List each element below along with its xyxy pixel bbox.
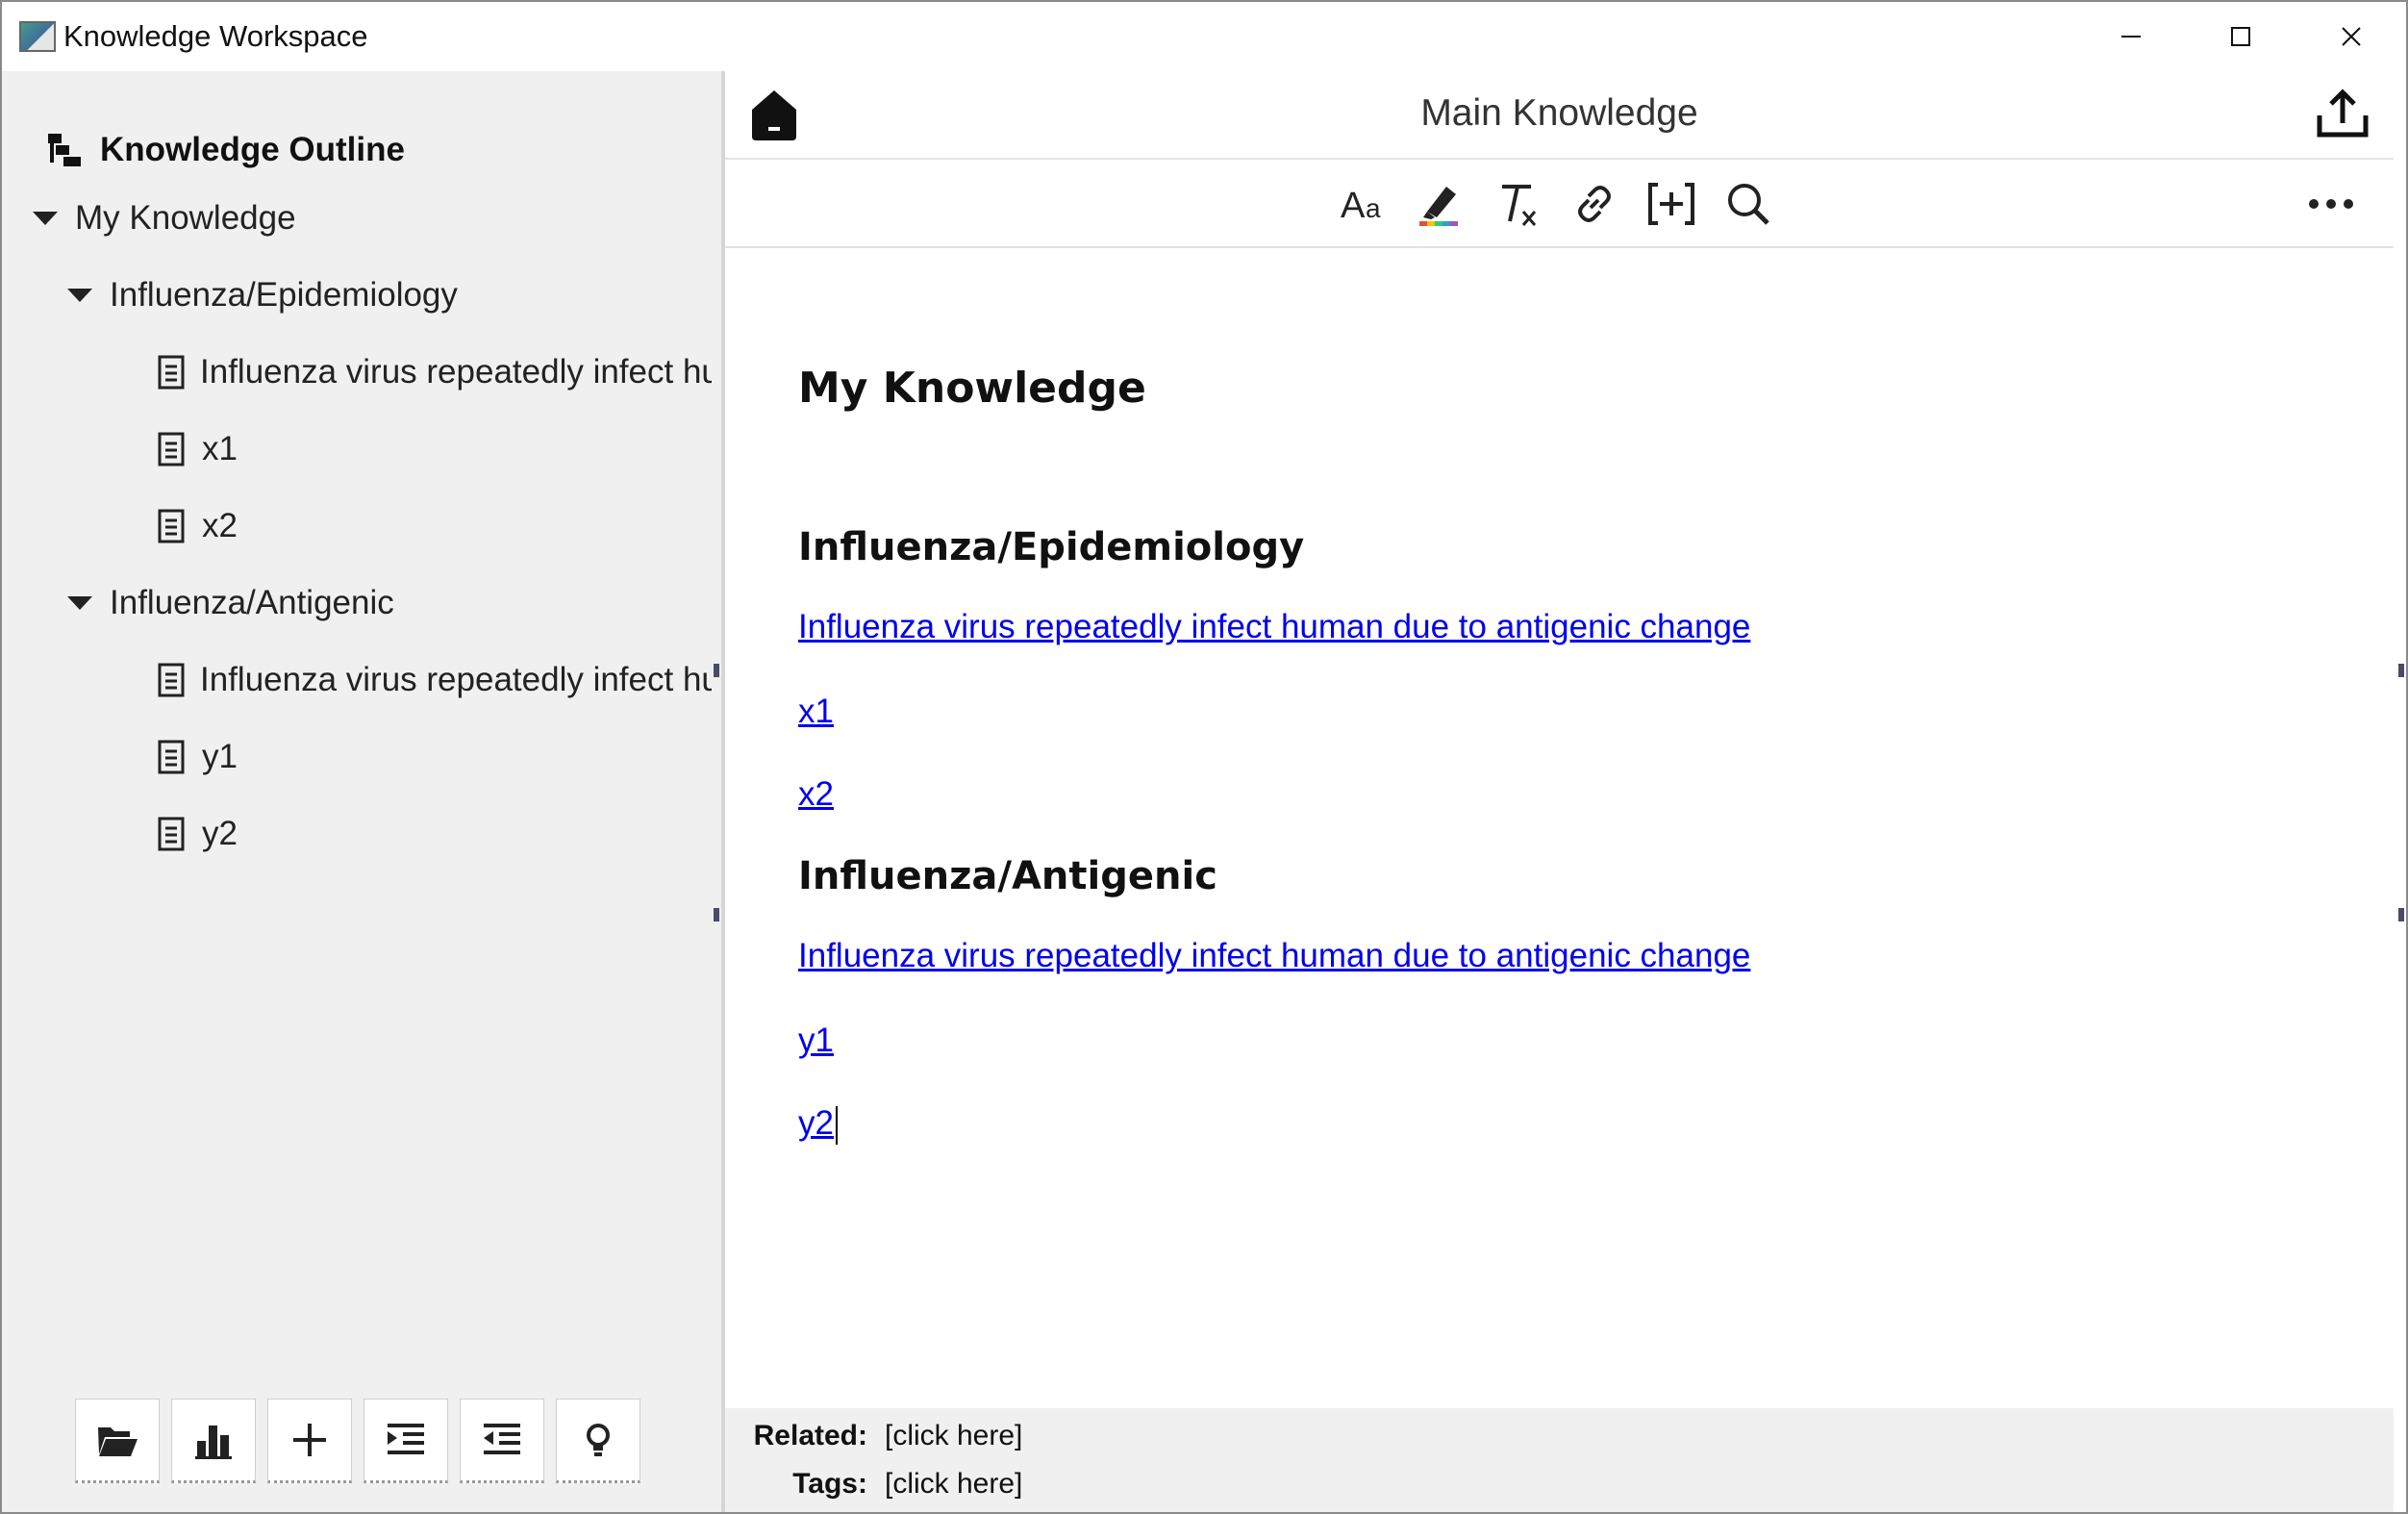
- more-options-button[interactable]: [2302, 175, 2360, 233]
- plus-icon: [293, 1424, 326, 1456]
- related-value[interactable]: [click here]: [885, 1420, 1022, 1452]
- clear-format-button[interactable]: [1489, 175, 1546, 233]
- format-toolbar: A a: [725, 162, 2394, 248]
- title-bar: Knowledge Workspace: [2, 2, 2406, 71]
- content-link-with-cursor[interactable]: y2: [798, 1104, 838, 1145]
- link-button[interactable]: [1566, 175, 1623, 233]
- insert-button[interactable]: [1643, 175, 1700, 233]
- content-link[interactable]: Influenza virus repeatedly infect human …: [798, 608, 1750, 646]
- lightbulb-icon: [587, 1424, 610, 1456]
- minimize-icon: [2120, 36, 2141, 38]
- tree-item-doc[interactable]: x2: [158, 488, 238, 565]
- outline-icon: [48, 134, 81, 166]
- editor-header: Main Knowledge: [725, 71, 2394, 160]
- content-link[interactable]: y2: [798, 1104, 834, 1142]
- add-button[interactable]: [267, 1399, 352, 1483]
- outdent-icon: [484, 1424, 520, 1454]
- tree-label: Influenza/Epidemiology: [110, 276, 458, 314]
- expand-caret-icon[interactable]: [65, 589, 94, 618]
- outline-header: Knowledge Outline: [46, 131, 405, 169]
- search-button[interactable]: [1719, 175, 1777, 233]
- tree-item-doc[interactable]: y2: [158, 795, 238, 872]
- tree-item-influenza-antigenic[interactable]: Influenza/Antigenic: [65, 565, 394, 642]
- metadata-area: Related: [click here] Tags: [click here]: [725, 1408, 2394, 1512]
- window-title: Knowledge Workspace: [63, 19, 368, 53]
- tags-value[interactable]: [click here]: [885, 1468, 1022, 1501]
- related-label: Related:: [753, 1420, 867, 1451]
- tree-label: Influenza virus repeatedly infect human …: [200, 661, 712, 698]
- tree-item-doc[interactable]: y1: [158, 719, 238, 795]
- tree-item-doc[interactable]: Influenza virus repeatedly infect human …: [158, 334, 712, 411]
- tree-label: My Knowledge: [75, 199, 296, 237]
- section-heading: Influenza/Antigenic: [798, 854, 1217, 898]
- tree-item-doc[interactable]: Influenza virus repeatedly infect human …: [158, 642, 712, 719]
- document-heading: My Knowledge: [798, 364, 1146, 413]
- open-folder-icon: [98, 1427, 138, 1456]
- app-icon: [19, 21, 56, 52]
- open-folder-button[interactable]: [75, 1399, 160, 1483]
- tags-row[interactable]: Tags: [click here]: [725, 1468, 1022, 1501]
- bar-chart-icon: [195, 1426, 232, 1459]
- right-edge-handle-top[interactable]: [2398, 664, 2404, 677]
- tree-item-doc[interactable]: x1: [158, 411, 238, 488]
- indent-button[interactable]: [364, 1399, 448, 1483]
- tree-label: Influenza virus repeatedly infect human …: [200, 353, 712, 391]
- close-button[interactable]: [2295, 2, 2406, 71]
- editor-panel: Main Knowledge A a My Knowledge Influenz…: [725, 71, 2406, 1512]
- maximize-icon: [2230, 27, 2250, 46]
- font-size-icon: A a: [1341, 186, 1381, 226]
- search-icon: [1728, 184, 1769, 225]
- tree-item-influenza-epidemiology[interactable]: Influenza/Epidemiology: [65, 257, 458, 334]
- outline-panel: Knowledge Outline My Knowledge Influenza…: [2, 71, 721, 1512]
- svg-text:A: A: [1341, 186, 1366, 226]
- tree-label: y1: [202, 738, 238, 775]
- font-size-button[interactable]: A a: [1335, 175, 1392, 233]
- tree-label: Influenza/Antigenic: [110, 584, 394, 621]
- expand-caret-icon[interactable]: [31, 204, 60, 233]
- content-link[interactable]: y1: [798, 1022, 834, 1060]
- section-heading: Influenza/Epidemiology: [798, 525, 1305, 569]
- link-icon: [1578, 186, 1611, 222]
- document-title: Main Knowledge: [1420, 92, 1698, 134]
- document-icon: [158, 663, 185, 697]
- close-icon: [2341, 27, 2361, 46]
- expand-caret-icon[interactable]: [65, 281, 94, 310]
- content-link[interactable]: x2: [798, 775, 834, 814]
- idea-button[interactable]: [556, 1399, 640, 1483]
- insert-bracket-icon: [1648, 183, 1694, 225]
- document-icon: [158, 509, 187, 543]
- tree-item-my-knowledge[interactable]: My Knowledge: [31, 180, 296, 257]
- share-upload-icon[interactable]: [2316, 87, 2370, 140]
- highlighter-icon: [1419, 187, 1458, 226]
- tree-label: y2: [202, 815, 238, 852]
- right-edge-handle-bottom[interactable]: [2398, 908, 2404, 921]
- splitter-handle-bottom[interactable]: [714, 908, 719, 921]
- minimize-button[interactable]: [2075, 2, 2186, 71]
- outline-toolbar: [75, 1399, 640, 1483]
- indent-icon: [388, 1424, 424, 1454]
- more-icon: [2309, 199, 2353, 209]
- tree-label: x1: [202, 430, 238, 467]
- text-cursor: [835, 1105, 838, 1145]
- tree-label: x2: [202, 507, 238, 544]
- highlighter-button[interactable]: [1412, 175, 1469, 233]
- app-window: Knowledge Workspace Knowledge Outline My…: [0, 0, 2408, 1514]
- content-link[interactable]: x1: [798, 693, 834, 731]
- tags-label: Tags:: [792, 1468, 867, 1500]
- outline-title: Knowledge Outline: [100, 131, 405, 168]
- chart-button[interactable]: [171, 1399, 256, 1483]
- document-icon: [158, 817, 187, 851]
- outdent-button[interactable]: [460, 1399, 544, 1483]
- splitter-handle-top[interactable]: [714, 664, 719, 677]
- related-row[interactable]: Related: [click here]: [725, 1420, 1023, 1452]
- document-icon: [158, 355, 185, 390]
- document-icon: [158, 740, 187, 774]
- document-icon: [158, 432, 187, 467]
- maximize-button[interactable]: [2185, 2, 2295, 71]
- content-link[interactable]: Influenza virus repeatedly infect human …: [798, 937, 1750, 975]
- clear-format-icon: [1502, 185, 1537, 226]
- svg-text:a: a: [1366, 193, 1381, 223]
